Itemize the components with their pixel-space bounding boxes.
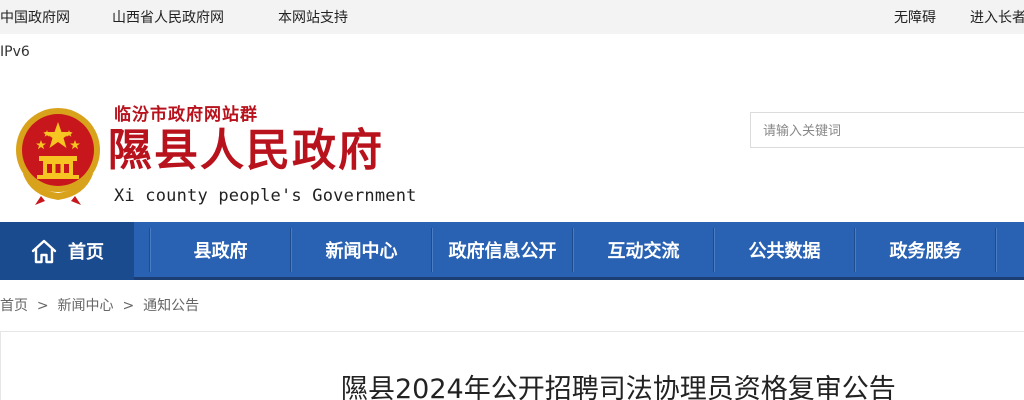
ipv6-label: IPv6 [0, 44, 30, 60]
breadcrumb: 首页 > 新闻中心 > 通知公告 [0, 295, 199, 315]
site-group-label: 临汾市政府网站群 [114, 105, 258, 125]
site-title: 隰县人民政府 [108, 125, 384, 176]
breadcrumb-home[interactable]: 首页 [0, 298, 28, 314]
nav-item-gov-info[interactable]: 政府信息公开 [433, 222, 572, 277]
nav-divider [995, 228, 997, 272]
link-shanxi-gov[interactable]: 山西省人民政府网 [112, 7, 224, 27]
nav-home-label: 首页 [68, 242, 104, 263]
nav-item-public-data[interactable]: 公共数据 [715, 222, 854, 277]
breadcrumb-separator: > [118, 298, 139, 314]
search-input[interactable] [751, 113, 1024, 147]
link-site-support[interactable]: 本网站支持 [278, 7, 348, 27]
breadcrumb-separator: > [32, 298, 54, 314]
nav-item-news[interactable]: 新闻中心 [292, 222, 431, 277]
breadcrumb-news[interactable]: 新闻中心 [58, 298, 114, 314]
site-header: 临汾市政府网站群 隰县人民政府 Xi county people's Gover… [0, 82, 1024, 222]
link-accessibility[interactable]: 无障碍 [894, 7, 936, 27]
top-bar: 中国政府网 山西省人民政府网 本网站支持 无障碍 进入长者 [0, 0, 1024, 34]
main-nav: 首页 县政府 新闻中心 政府信息公开 互动交流 公共数据 政务服务 [0, 222, 1024, 280]
national-emblem-icon [16, 108, 100, 205]
nav-item-interaction[interactable]: 互动交流 [574, 222, 713, 277]
nav-item-county-gov[interactable]: 县政府 [151, 222, 290, 277]
site-subtitle: Xi county people's Government [114, 186, 417, 206]
search-box [750, 112, 1024, 148]
breadcrumb-notices[interactable]: 通知公告 [143, 298, 199, 314]
link-china-gov[interactable]: 中国政府网 [0, 7, 70, 27]
home-icon [31, 239, 57, 264]
link-elderly-mode[interactable]: 进入长者 [970, 7, 1024, 27]
article-title: 隰县2024年公开招聘司法协理员资格复审公告 [341, 374, 896, 400]
nav-home[interactable]: 首页 [0, 222, 134, 280]
nav-item-gov-services[interactable]: 政务服务 [856, 222, 995, 277]
